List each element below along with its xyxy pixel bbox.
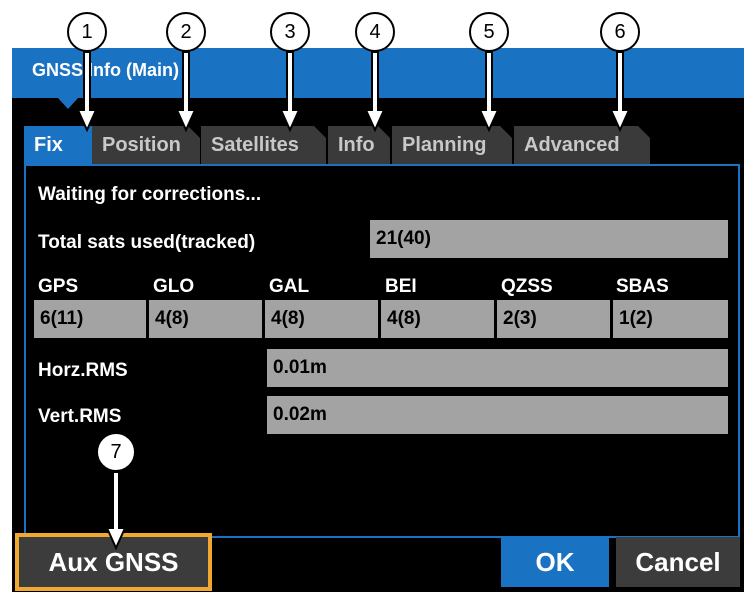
annotated-screenshot: GNSS Info (Main) Fix Position Satellites… <box>0 0 744 592</box>
callout-6: 6 <box>600 12 640 52</box>
callout-arrows <box>76 51 631 551</box>
callout-arrow-5 <box>478 51 500 133</box>
callout-arrow-7 <box>105 471 127 551</box>
callout-3: 3 <box>270 12 310 52</box>
callout-5: 5 <box>469 12 509 52</box>
callout-arrow-4 <box>364 51 386 133</box>
callout-7: 7 <box>96 432 136 472</box>
callout-2: 2 <box>166 12 206 52</box>
callout-arrow-6 <box>609 51 631 133</box>
callout-4: 4 <box>355 12 395 52</box>
callout-arrow-2 <box>175 51 197 133</box>
callout-arrow-1 <box>76 51 98 133</box>
callout-arrow-3 <box>279 51 301 133</box>
callout-1: 1 <box>67 12 107 52</box>
